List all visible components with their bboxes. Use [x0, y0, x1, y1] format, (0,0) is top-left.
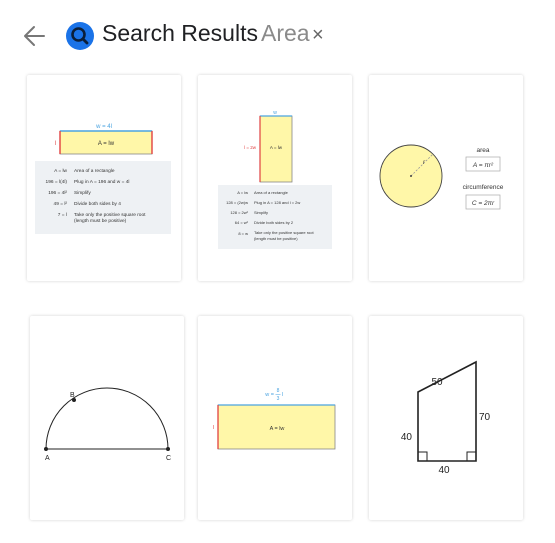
- step-desc: (length must be positive): [74, 218, 127, 224]
- step-eq: 8 = w: [238, 231, 248, 236]
- step-eq: A = lw: [54, 168, 67, 174]
- step-desc: Simplify: [74, 190, 91, 196]
- width-label: w: [273, 110, 277, 116]
- step-desc: Area of a rectangle: [74, 168, 115, 174]
- step-desc: Plug in A = 128 and l = 2w: [254, 200, 300, 205]
- step-desc: (length must be positive): [254, 236, 298, 241]
- area-formula: A = lw: [270, 426, 285, 432]
- step-eq: 128 = 2w²: [230, 210, 248, 215]
- result-thumbnail: w l = 2w A = lw A = lw Area of a rectang…: [218, 110, 332, 249]
- result-card-rectangle-w4l[interactable]: w = 4l l A = lw A = lw Area of a rectang…: [27, 75, 181, 281]
- step-desc: Simplify: [254, 210, 268, 215]
- trapezoid-shape: [417, 360, 477, 462]
- area-formula: A = lw: [270, 145, 283, 150]
- step-desc: Plug in A = 196 and w = 4l: [74, 179, 129, 185]
- point-label: B: [70, 392, 75, 399]
- step-eq: 49 = l²: [54, 201, 68, 207]
- result-card-rectangle-l2w[interactable]: w l = 2w A = lw A = lw Area of a rectang…: [198, 75, 352, 281]
- result-card-circle[interactable]: r area A = πr² circumference C = 2πr: [369, 75, 523, 281]
- step-desc: Divide both sides by 2: [254, 220, 294, 225]
- result-thumbnail: r area A = πr² circumference C = 2πr: [379, 144, 504, 210]
- step-desc: Take only the positive square root: [74, 212, 146, 218]
- step-eq: 64 = w²: [235, 220, 249, 225]
- result-thumbnail: w = 8 3 l l A = lw: [213, 388, 336, 450]
- right-side-label: 70: [479, 412, 491, 423]
- circumference-formula: C = 2πr: [472, 200, 495, 207]
- result-thumbnail: w = 4l l A = lw A = lw Area of a rectang…: [35, 124, 171, 234]
- step-desc: Area of a rectangle: [254, 190, 289, 195]
- step-eq: 196 = l(4l): [46, 179, 68, 185]
- area-formula: A = lw: [98, 141, 115, 147]
- width-label: w =: [264, 392, 274, 398]
- point-label: C: [166, 455, 171, 462]
- point-label: A: [45, 455, 50, 462]
- step-eq: 196 = 4l²: [48, 190, 67, 196]
- bottom-side-label: 40: [438, 465, 450, 476]
- step-eq: 7 = l: [58, 212, 67, 218]
- length-label: l = 2w: [244, 145, 257, 150]
- result-card-semicircle[interactable]: A B C: [30, 316, 184, 520]
- length-label: l: [55, 141, 56, 147]
- result-thumbnail: 50 40 70 40: [401, 360, 491, 476]
- semicircle-arc: [45, 387, 169, 450]
- clear-query-icon[interactable]: ×: [312, 24, 324, 47]
- circumference-heading: circumference: [463, 184, 504, 191]
- width-label: w = 4l: [95, 124, 112, 130]
- search-header: Search Results Area ×: [0, 0, 555, 70]
- step-eq: 128 = (2w)w: [226, 200, 248, 205]
- area-heading: area: [476, 147, 489, 154]
- result-thumbnail: A B C: [44, 387, 171, 462]
- query-chip[interactable]: Area: [261, 20, 310, 47]
- result-card-rectangle-fraction[interactable]: w = 8 3 l l A = lw: [198, 316, 352, 520]
- result-card-trapezoid[interactable]: 50 40 70 40: [369, 316, 523, 520]
- left-side-label: 40: [401, 432, 413, 443]
- area-formula: A = πr²: [472, 162, 494, 169]
- slant-side-label: 50: [431, 377, 443, 388]
- search-icon[interactable]: [66, 22, 94, 50]
- step-desc: Take only the positive square root: [254, 230, 314, 235]
- width-label-suffix: l: [282, 392, 283, 398]
- page-title: Search Results: [102, 20, 258, 46]
- fraction-denominator: 3: [277, 396, 280, 402]
- step-desc: Divide both sides by 4: [74, 201, 121, 207]
- length-label: l: [213, 425, 214, 431]
- step-eq: A = lw: [237, 190, 248, 195]
- fraction-numerator: 8: [277, 388, 280, 394]
- back-arrow-icon[interactable]: [22, 23, 48, 49]
